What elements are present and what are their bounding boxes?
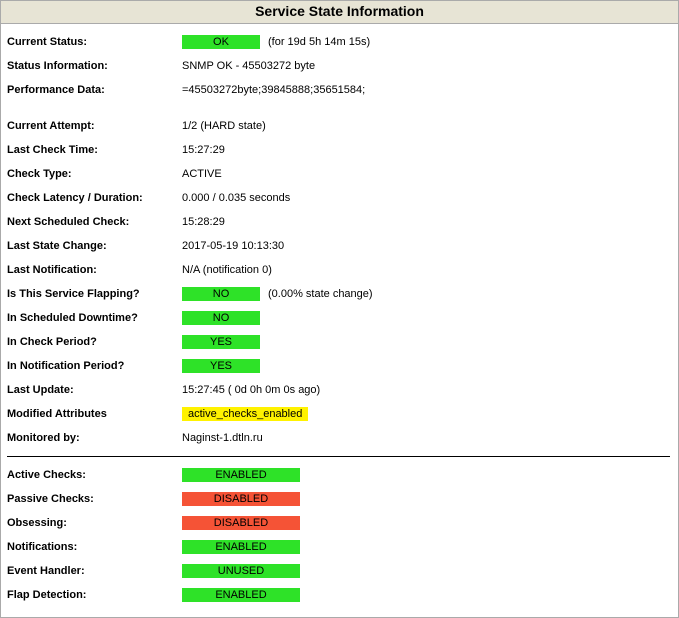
status-information-row: Status Information: SNMP OK - 45503272 b…	[7, 54, 670, 78]
monitored-by-value: Naginst-1.dtln.ru	[182, 432, 263, 444]
monitored-by-label: Monitored by:	[7, 432, 182, 444]
last-state-change-label: Last State Change:	[7, 240, 182, 252]
obsessing-row: Obsessing: DISABLED	[7, 511, 670, 535]
flapping-badge: NO	[182, 287, 260, 301]
last-notification-row: Last Notification: N/A (notification 0)	[7, 258, 670, 282]
in-notification-period-badge: YES	[182, 359, 260, 373]
last-update-value: 15:27:45 ( 0d 0h 0m 0s ago)	[182, 384, 320, 396]
in-notification-period-row: In Notification Period? YES	[7, 354, 670, 378]
current-attempt-label: Current Attempt:	[7, 120, 182, 132]
performance-data-value: =45503272byte;39845888;35651584;	[182, 84, 365, 96]
flapping-extra: (0.00% state change)	[268, 288, 373, 300]
monitored-by-row: Monitored by: Naginst-1.dtln.ru	[7, 426, 670, 450]
obsessing-badge: DISABLED	[182, 516, 300, 530]
last-notification-value: N/A (notification 0)	[182, 264, 272, 276]
performance-data-label: Performance Data:	[7, 84, 182, 96]
check-type-label: Check Type:	[7, 168, 182, 180]
status-information-value: SNMP OK - 45503272 byte	[182, 60, 315, 72]
modified-attributes-row: Modified Attributes active_checks_enable…	[7, 402, 670, 426]
current-attempt-value: 1/2 (HARD state)	[182, 120, 266, 132]
check-latency-value: 0.000 / 0.035 seconds	[182, 192, 290, 204]
last-state-change-value: 2017-05-19 10:13:30	[182, 240, 284, 252]
last-update-row: Last Update: 15:27:45 ( 0d 0h 0m 0s ago)	[7, 378, 670, 402]
passive-checks-label: Passive Checks:	[7, 493, 182, 505]
in-check-period-row: In Check Period? YES	[7, 330, 670, 354]
status-information-label: Status Information:	[7, 60, 182, 72]
separator	[7, 456, 670, 457]
last-notification-label: Last Notification:	[7, 264, 182, 276]
performance-data-row: Performance Data: =45503272byte;39845888…	[7, 78, 670, 102]
obsessing-label: Obsessing:	[7, 517, 182, 529]
last-check-time-value: 15:27:29	[182, 144, 225, 156]
service-state-panel: Service State Information Current Status…	[0, 0, 679, 618]
panel-title: Service State Information	[1, 1, 678, 24]
current-status-row: Current Status: OK (for 19d 5h 14m 15s)	[7, 30, 670, 54]
current-status-badge: OK	[182, 35, 260, 49]
scheduled-downtime-label: In Scheduled Downtime?	[7, 312, 182, 324]
flap-detection-row: Flap Detection: ENABLED	[7, 583, 670, 607]
check-latency-label: Check Latency / Duration:	[7, 192, 182, 204]
current-attempt-row: Current Attempt: 1/2 (HARD state)	[7, 114, 670, 138]
flap-detection-badge: ENABLED	[182, 588, 300, 602]
check-latency-row: Check Latency / Duration: 0.000 / 0.035 …	[7, 186, 670, 210]
last-update-label: Last Update:	[7, 384, 182, 396]
in-notification-period-label: In Notification Period?	[7, 360, 182, 372]
in-check-period-badge: YES	[182, 335, 260, 349]
in-check-period-label: In Check Period?	[7, 336, 182, 348]
last-check-time-label: Last Check Time:	[7, 144, 182, 156]
last-state-change-row: Last State Change: 2017-05-19 10:13:30	[7, 234, 670, 258]
last-check-time-row: Last Check Time: 15:27:29	[7, 138, 670, 162]
notifications-label: Notifications:	[7, 541, 182, 553]
flapping-label: Is This Service Flapping?	[7, 288, 182, 300]
scheduled-downtime-badge: NO	[182, 311, 260, 325]
flap-detection-label: Flap Detection:	[7, 589, 182, 601]
next-check-row: Next Scheduled Check: 15:28:29	[7, 210, 670, 234]
event-handler-badge: UNUSED	[182, 564, 300, 578]
event-handler-label: Event Handler:	[7, 565, 182, 577]
check-type-value: ACTIVE	[182, 168, 222, 180]
check-type-row: Check Type: ACTIVE	[7, 162, 670, 186]
current-status-label: Current Status:	[7, 36, 182, 48]
modified-attributes-badge: active_checks_enabled	[182, 407, 308, 421]
modified-attributes-label: Modified Attributes	[7, 408, 182, 420]
active-checks-row: Active Checks: ENABLED	[7, 463, 670, 487]
passive-checks-row: Passive Checks: DISABLED	[7, 487, 670, 511]
next-check-label: Next Scheduled Check:	[7, 216, 182, 228]
current-status-extra: (for 19d 5h 14m 15s)	[268, 36, 370, 48]
active-checks-badge: ENABLED	[182, 468, 300, 482]
flapping-row: Is This Service Flapping? NO (0.00% stat…	[7, 282, 670, 306]
scheduled-downtime-row: In Scheduled Downtime? NO	[7, 306, 670, 330]
event-handler-row: Event Handler: UNUSED	[7, 559, 670, 583]
next-check-value: 15:28:29	[182, 216, 225, 228]
panel-body: Current Status: OK (for 19d 5h 14m 15s) …	[1, 24, 678, 617]
active-checks-label: Active Checks:	[7, 469, 182, 481]
passive-checks-badge: DISABLED	[182, 492, 300, 506]
notifications-row: Notifications: ENABLED	[7, 535, 670, 559]
notifications-badge: ENABLED	[182, 540, 300, 554]
